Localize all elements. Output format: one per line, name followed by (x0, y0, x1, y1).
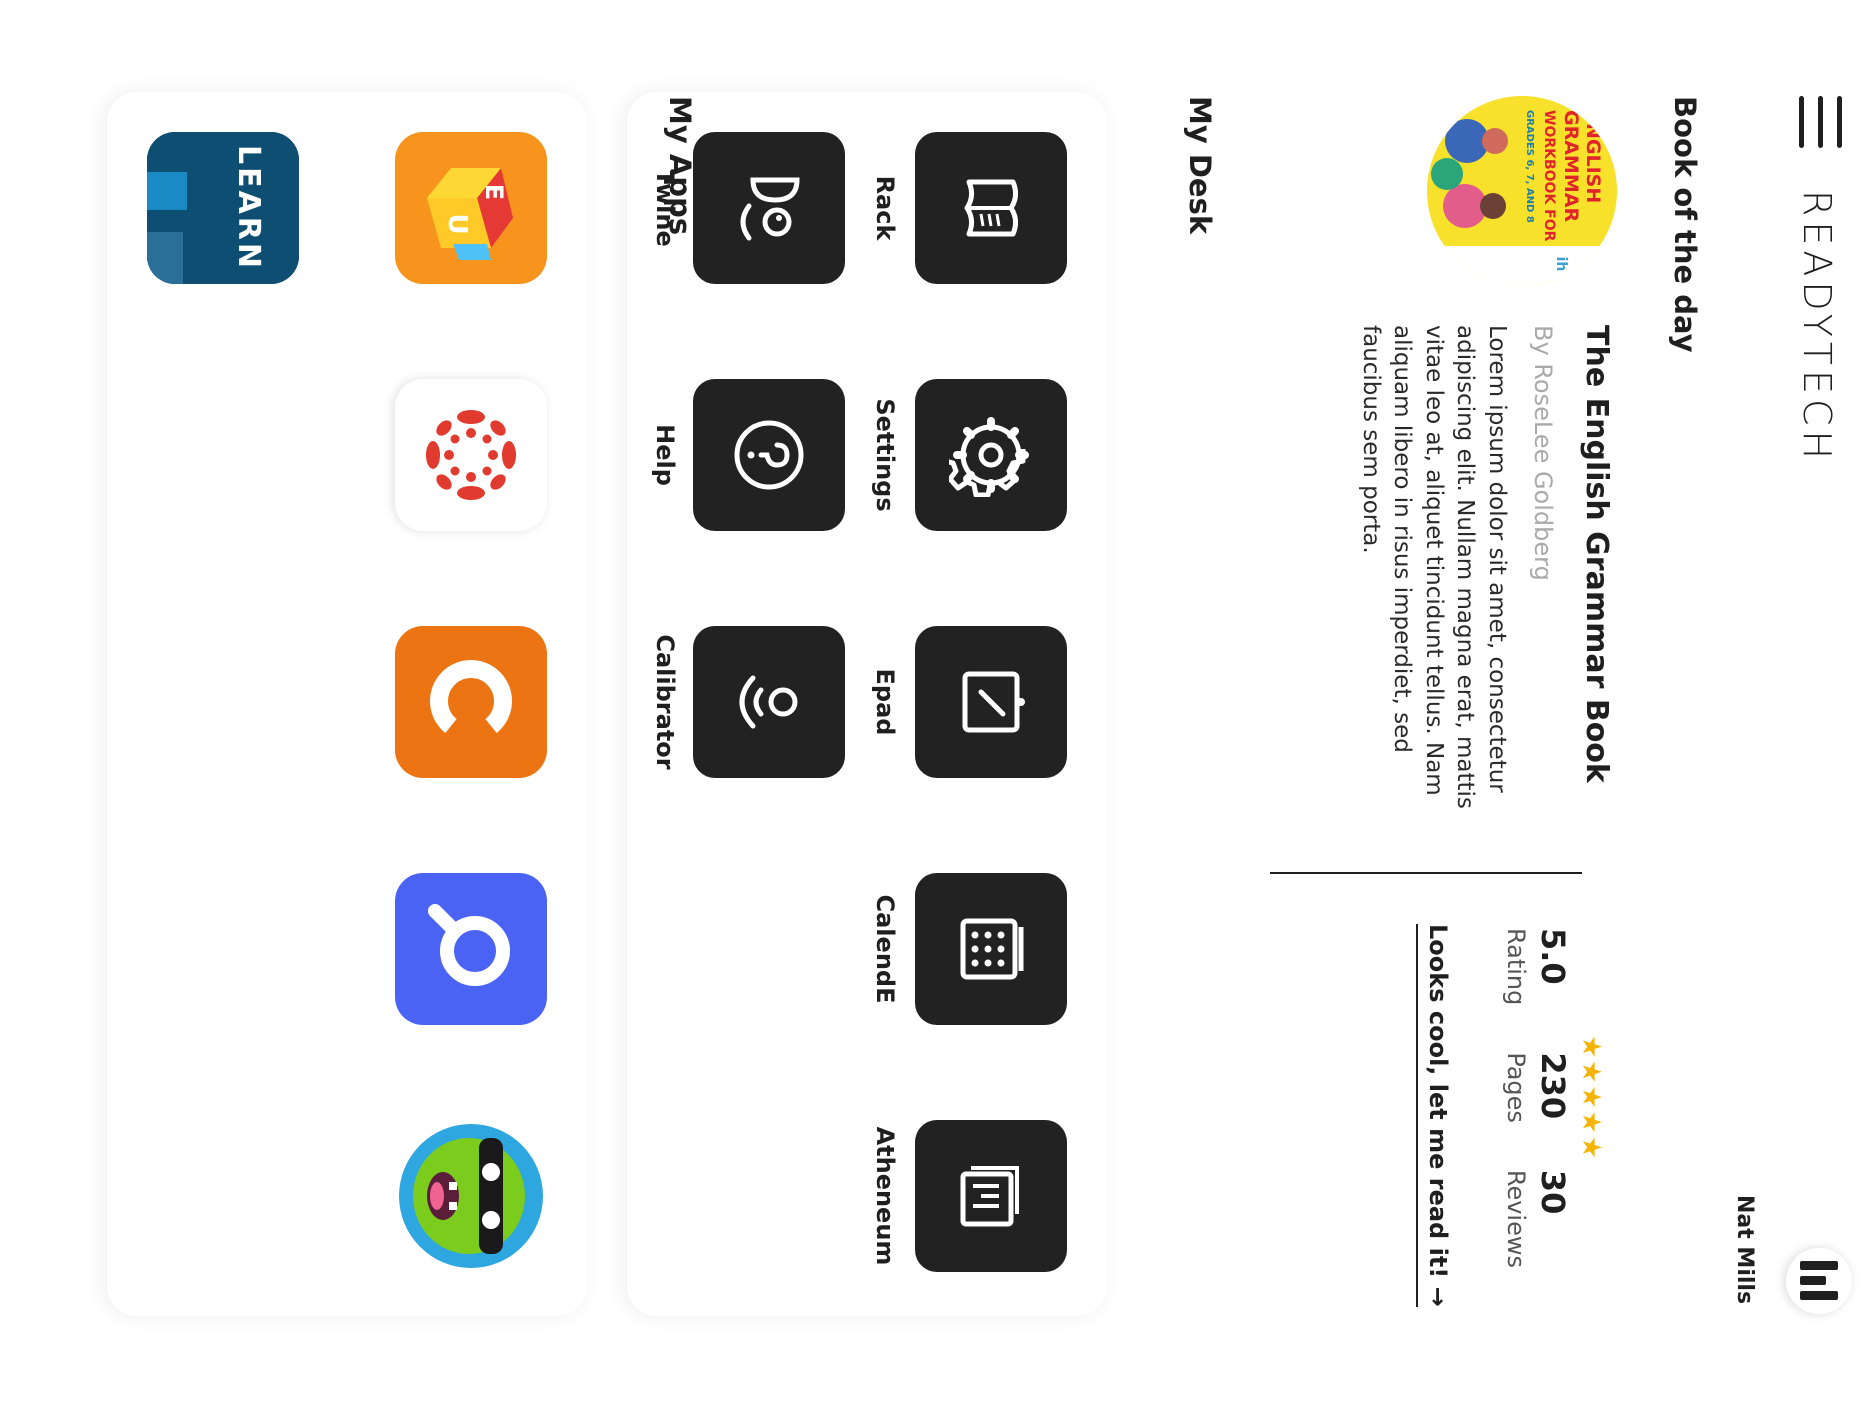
app-orange-c[interactable] (395, 626, 547, 778)
star-icon: ★ (1576, 1085, 1606, 1109)
app-classdojo[interactable] (395, 1120, 547, 1272)
desk-tile-label: Atheneum (871, 1126, 899, 1266)
book-icon (964, 179, 1019, 237)
app-logo: READYTECH (1782, 190, 1852, 464)
app-blue-q[interactable] (395, 873, 547, 1025)
desk-tile-calibrator[interactable] (693, 626, 845, 778)
read-book-link[interactable]: Looks cool, let me read it! → (1416, 924, 1452, 1307)
my-apps-title: My Apps (663, 96, 697, 236)
book-description: Lorem ipsum dolor sit amet, consectetur … (1358, 325, 1510, 809)
svg-text:E: E (480, 184, 508, 200)
user-avatar[interactable] (1786, 1248, 1852, 1314)
app-canvas[interactable] (395, 379, 547, 531)
stat-value: 5.0 (1534, 928, 1572, 985)
book-author: By RoseLee Goldberg (1529, 325, 1557, 581)
question-icon (734, 420, 804, 490)
star-icon: ★ (1576, 1135, 1606, 1159)
svg-text:LEARN: LEARN (231, 145, 266, 271)
app-learn[interactable]: LEARN (147, 132, 299, 284)
stat-label: Rating (1502, 928, 1530, 1006)
star-icon: ★ (1576, 1060, 1606, 1084)
rating-stars: ★ ★ ★ ★ ★ (1576, 1035, 1606, 1159)
calibrator-icon (739, 675, 798, 729)
my-desk-panel: Rack Settings Epad CalendE Atheneum Twin… (627, 92, 1107, 1316)
canvas-icon (426, 410, 516, 500)
desk-tile-label: Calibrator (651, 634, 679, 770)
svg-text:GRADES 6, 7, AND 8: GRADES 6, 7, AND 8 (1524, 110, 1535, 223)
desk-tile-epad[interactable] (915, 626, 1067, 778)
svg-text:ENGLISH: ENGLISH (1582, 110, 1604, 203)
stat-rating: 5.0 Rating (1502, 928, 1572, 1005)
stat-pages: 230 Pages (1502, 1052, 1572, 1123)
tablet-pen-icon (962, 671, 1025, 733)
orange-c-icon (430, 660, 512, 734)
book-cover-art: ih ENGLISH GRAMMAR WORKBOOK FOR GRADES 6… (1427, 96, 1617, 286)
desk-tile-label: Rack (871, 175, 899, 241)
desk-tile-label: Epad (871, 668, 899, 736)
hamburger-menu-icon[interactable] (1798, 96, 1842, 156)
book-stats: 5.0 Rating 230 Pages 30 Reviews (1502, 928, 1572, 1268)
calendar-icon (960, 918, 1024, 980)
gear-icon (949, 417, 1029, 497)
user-avatar-icon (1800, 1261, 1838, 1301)
app-screen: READYTECH Nat Mills Book of the day ih E… (0, 0, 1872, 1404)
desk-tile-twine[interactable] (693, 132, 845, 284)
stat-value: 30 (1534, 1169, 1572, 1215)
book-cover[interactable]: ih ENGLISH GRAMMAR WORKBOOK FOR GRADES 6… (1427, 96, 1617, 286)
desk-tile-atheneum[interactable] (915, 1120, 1067, 1272)
section-divider (1270, 872, 1582, 874)
star-icon: ★ (1576, 1035, 1606, 1059)
edu-blocks-icon: E U (427, 168, 513, 260)
app-logo-text: READYTECH (1795, 190, 1839, 465)
desk-tile-rack[interactable] (915, 132, 1067, 284)
learn-icon: LEARN (147, 132, 299, 284)
twine-face-icon (740, 177, 800, 241)
book-title: The English Grammar Book (1579, 325, 1614, 783)
svg-text:GRAMMAR: GRAMMAR (1560, 110, 1582, 222)
app-edu-blocks[interactable]: E U (395, 132, 547, 284)
blue-q-icon (428, 904, 510, 986)
stat-label: Pages (1502, 1052, 1530, 1123)
my-desk-title: My Desk (1183, 96, 1217, 235)
my-apps-panel: E U LEARN (107, 92, 587, 1316)
svg-text:ih: ih (1553, 257, 1569, 272)
desk-tile-calende[interactable] (915, 873, 1067, 1025)
classdojo-monster-icon (399, 1124, 543, 1268)
desk-tile-label: Help (651, 424, 679, 486)
stat-value: 230 (1534, 1052, 1572, 1120)
star-icon: ★ (1576, 1110, 1606, 1134)
user-name: Nat Mills (1732, 1195, 1757, 1305)
library-icon (960, 1166, 1019, 1227)
stat-reviews: 30 Reviews (1502, 1170, 1572, 1268)
desk-tile-label: CalendE (871, 894, 899, 1004)
desk-tile-label: Settings (871, 398, 899, 512)
desk-tile-help[interactable] (693, 379, 845, 531)
book-of-the-day-title: Book of the day (1668, 96, 1702, 353)
svg-text:U: U (442, 213, 472, 234)
svg-text:WORKBOOK FOR: WORKBOOK FOR (1541, 110, 1557, 242)
desk-tile-settings[interactable] (915, 379, 1067, 531)
stat-label: Reviews (1502, 1169, 1530, 1268)
